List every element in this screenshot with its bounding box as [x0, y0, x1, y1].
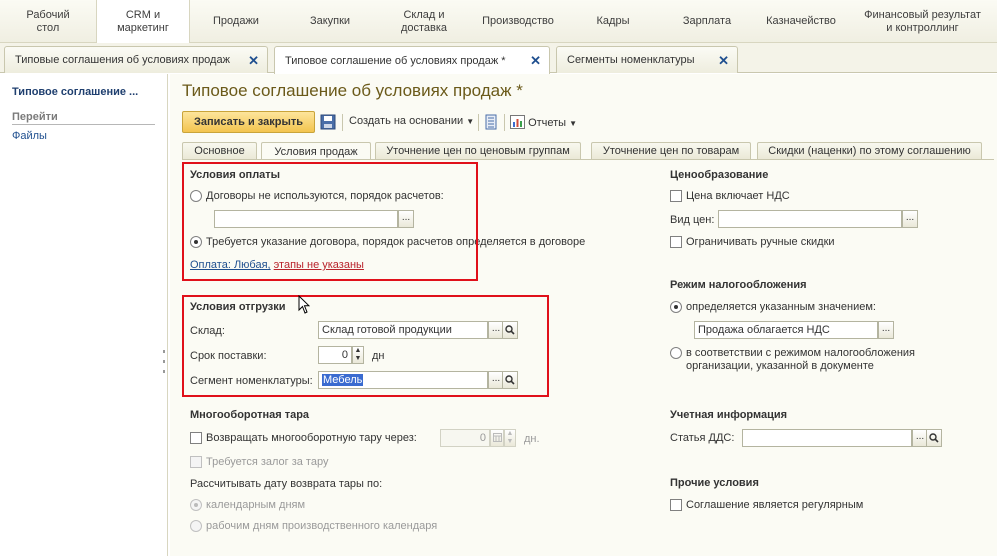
create-based-on-label: Создать на основании — [349, 115, 464, 127]
dropdown-arrow-icon: ▼ — [466, 117, 475, 126]
menu-sales[interactable]: Продажи — [190, 0, 282, 43]
tab-discounts[interactable]: Скидки (наценки) по этому соглашению — [757, 142, 982, 159]
splitter-grip[interactable] — [163, 350, 165, 353]
tax-by-organization-label: в соответствии с режимом налогообложения — [686, 347, 915, 359]
regular-agreement-label: Соглашение является регулярным — [686, 499, 864, 511]
window-tab-agreement[interactable]: Типовое соглашение об условиях продаж * … — [274, 46, 550, 74]
form-area: Типовое соглашение об условиях продаж * … — [170, 74, 997, 556]
save-and-close-button[interactable]: Записать и закрыть — [182, 111, 315, 133]
toolbar-separator — [504, 114, 505, 131]
tab-underline — [182, 159, 994, 160]
tax-value-select-button[interactable]: ... — [878, 321, 894, 339]
tare-calendar-days-radio[interactable] — [190, 499, 202, 511]
chart-icon — [510, 115, 525, 132]
tare-section-title: Многооборотная тара — [190, 409, 310, 421]
navigation-panel: Типовое соглашение ... Перейти Файлы — [0, 74, 168, 556]
nav-group-goto: Перейти — [12, 111, 155, 125]
price-type-label: Вид цен: — [670, 214, 715, 226]
tare-deposit-checkbox[interactable] — [190, 456, 202, 468]
window-tab-agreements-list[interactable]: Типовые соглашения об условиях продаж ✕ — [4, 46, 268, 73]
menu-desktop[interactable]: Рабочий стол — [0, 0, 96, 43]
mouse-cursor-icon — [298, 294, 311, 318]
window-tab-label: Типовое соглашение об условиях продаж * — [285, 54, 506, 67]
window-tab-label: Типовые соглашения об условиях продаж — [15, 54, 230, 66]
menu-salary[interactable]: Зарплата — [660, 0, 754, 43]
dds-field[interactable] — [742, 429, 912, 447]
vat-included-label: Цена включает НДС — [686, 190, 790, 202]
tare-calc-label: Рассчитывать дату возврата тары по: — [190, 478, 383, 490]
create-based-on-button[interactable]: Создать на основании ▼ — [349, 115, 474, 127]
nav-link-files[interactable]: Файлы — [12, 130, 47, 142]
tax-value-field[interactable]: Продажа облагается НДС — [694, 321, 878, 339]
splitter-grip[interactable] — [163, 360, 165, 363]
reports-button[interactable]: Отчеты ▼ — [510, 115, 577, 132]
tare-work-days-radio[interactable] — [190, 520, 202, 532]
highlight-frame — [182, 162, 478, 281]
toolbar-separator — [342, 114, 343, 131]
close-icon[interactable]: ✕ — [718, 53, 729, 69]
menu-hr[interactable]: Кадры — [566, 0, 660, 43]
nav-title[interactable]: Типовое соглашение ... — [12, 86, 138, 98]
window-tab-segments[interactable]: Сегменты номенклатуры ✕ — [556, 46, 738, 73]
pricing-section-title: Ценообразование — [670, 169, 769, 181]
menu-treasury[interactable]: Казначейство — [754, 0, 848, 43]
tare-calendar-days-label: календарным дням — [206, 499, 306, 511]
price-type-select-button[interactable]: ... — [902, 210, 918, 228]
highlight-frame — [182, 295, 549, 397]
regular-agreement-checkbox[interactable] — [670, 499, 682, 511]
spin-updown-icon[interactable]: ▲ ▼ — [504, 429, 516, 447]
limit-discounts-checkbox[interactable] — [670, 236, 682, 248]
page-title: Типовое соглашение об условиях продаж * — [182, 81, 523, 100]
accounting-section-title: Учетная информация — [670, 409, 788, 421]
dropdown-arrow-icon: ▼ — [569, 119, 578, 128]
close-icon[interactable]: ✕ — [248, 53, 259, 69]
tare-return-unit: дн. — [524, 433, 540, 445]
window-tabs-bar: Типовые соглашения об условиях продаж ✕ … — [0, 43, 997, 74]
menu-warehouse[interactable]: Склад и доставка — [378, 0, 470, 43]
menu-financial-result[interactable]: Финансовый результат и контроллинг — [848, 0, 997, 43]
price-type-field[interactable] — [718, 210, 902, 228]
tax-by-organization-radio[interactable] — [670, 347, 682, 359]
search-icon[interactable] — [926, 429, 942, 447]
tab-main[interactable]: Основное — [182, 142, 257, 159]
tare-deposit-label: Требуется залог за тару — [206, 456, 329, 468]
tax-by-organization-label-2: организации, указанной в документе — [686, 360, 874, 372]
top-menu: Рабочий стол CRM и маркетинг Продажи Зак… — [0, 0, 997, 44]
tare-return-checkbox[interactable] — [190, 432, 202, 444]
list-icon[interactable] — [485, 114, 497, 133]
limit-discounts-label: Ограничивать ручные скидки — [686, 236, 835, 248]
tab-price-goods[interactable]: Уточнение цен по товарам — [591, 142, 751, 159]
close-icon[interactable]: ✕ — [530, 53, 541, 69]
vat-included-checkbox[interactable] — [670, 190, 682, 202]
menu-purchases[interactable]: Закупки — [282, 0, 378, 43]
tax-specified-label: определяется указанным значением: — [686, 301, 876, 313]
tab-price-groups[interactable]: Уточнение цен по ценовым группам — [375, 142, 581, 159]
other-section-title: Прочие условия — [670, 477, 759, 489]
menu-production[interactable]: Производство — [470, 0, 566, 43]
reports-label: Отчеты — [528, 117, 567, 129]
tax-section-title: Режим налогообложения — [670, 279, 807, 291]
menu-crm[interactable]: CRM и маркетинг — [96, 0, 190, 44]
dds-label: Статья ДДС: — [670, 432, 735, 444]
tare-work-days-label: рабочим дням производственного календаря — [206, 520, 438, 532]
tare-return-days-field[interactable]: 0 — [440, 429, 490, 447]
calendar-icon[interactable] — [490, 429, 504, 447]
save-icon[interactable] — [320, 114, 336, 133]
tax-specified-radio[interactable] — [670, 301, 682, 313]
tab-sales-conditions[interactable]: Условия продаж — [261, 142, 371, 160]
splitter-grip[interactable] — [163, 370, 165, 373]
tare-return-label: Возвращать многооборотную тару через: — [206, 432, 417, 444]
toolbar-separator — [478, 114, 479, 131]
window-tab-label: Сегменты номенклатуры — [567, 54, 695, 66]
